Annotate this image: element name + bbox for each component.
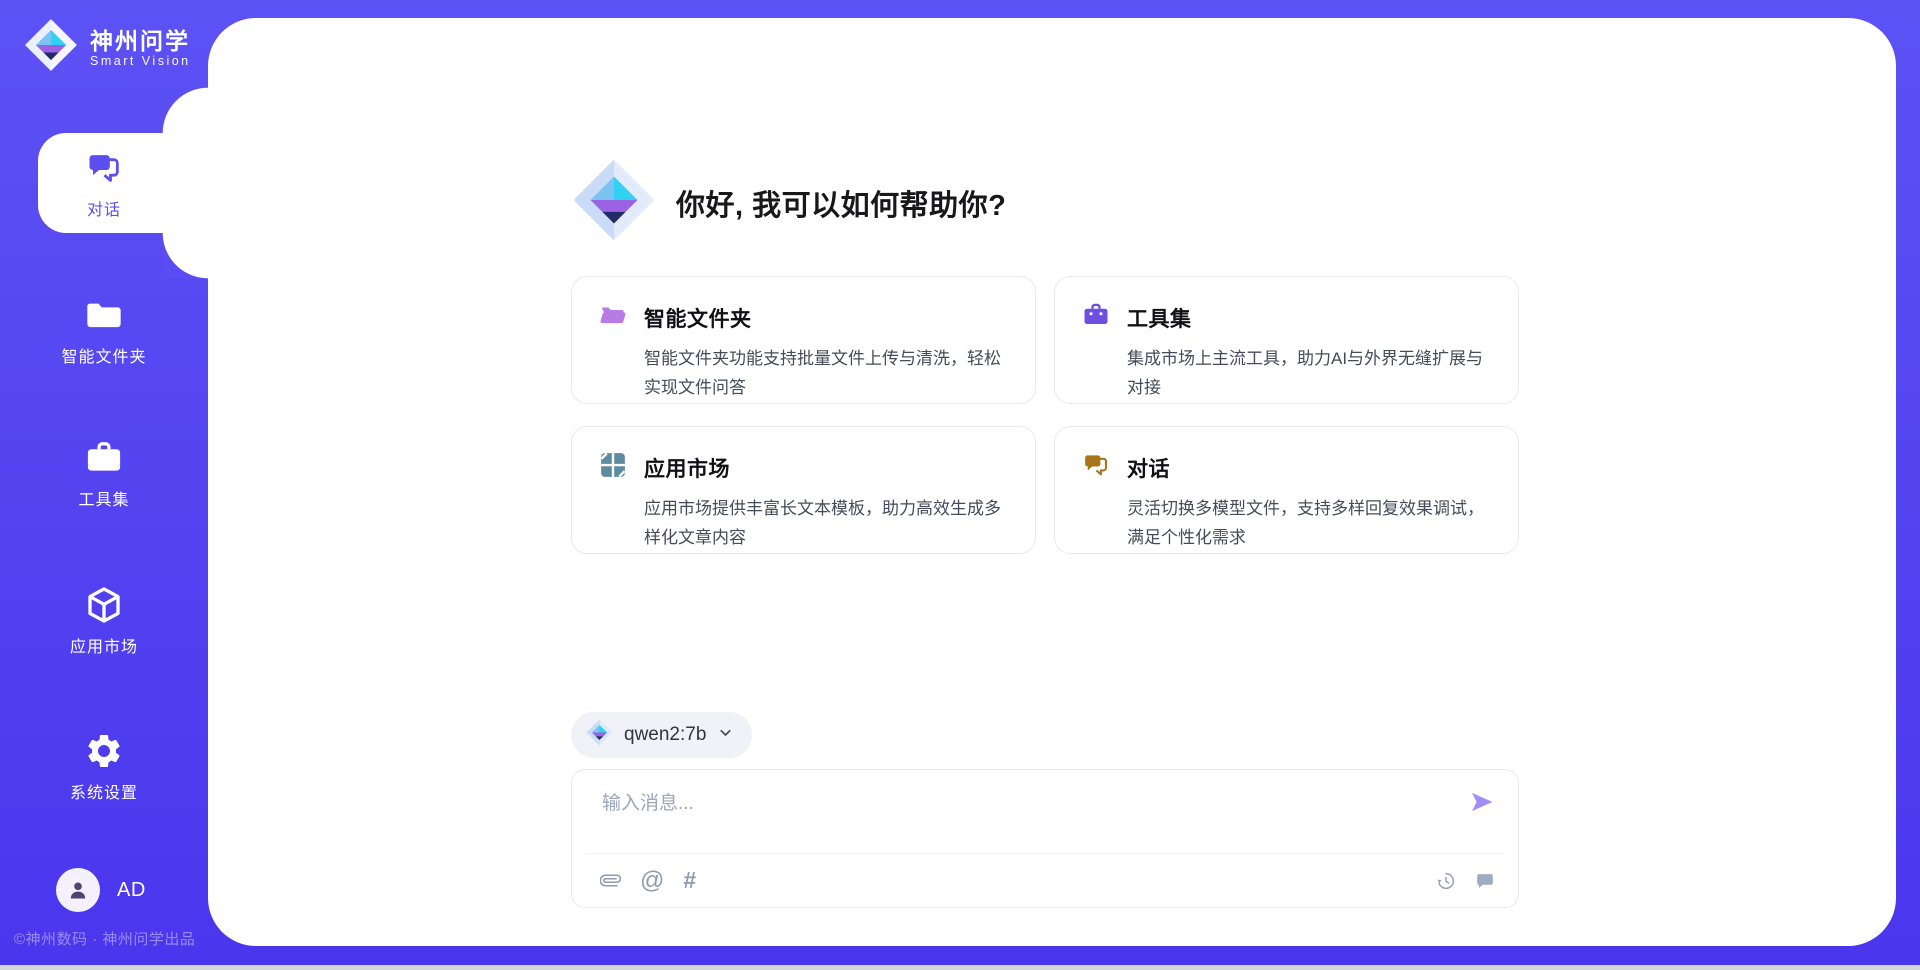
card-description: 灵活切换多模型文件，支持多样回复效果调试，满足个性化需求 — [1127, 494, 1496, 552]
send-button[interactable] — [1466, 787, 1498, 819]
history-icon[interactable] — [1435, 870, 1457, 892]
card-smart-folder[interactable]: 智能文件夹 智能文件夹功能支持批量文件上传与清洗，轻松实现文件问答 — [571, 276, 1036, 404]
message-input[interactable] — [600, 786, 1454, 846]
card-title: 智能文件夹 — [644, 303, 752, 333]
sidebar-item-chat[interactable]: 对话 — [0, 133, 208, 233]
at-icon[interactable]: @ — [640, 869, 664, 893]
main-content: 你好, 我可以如何帮助你? 智能文件夹 智能文件夹功能支持批量文件上传与清洗，轻… — [208, 18, 1896, 946]
folder-open-icon — [598, 300, 628, 335]
brand-diamond-icon — [24, 18, 78, 77]
card-description: 智能文件夹功能支持批量文件上传与清洗，轻松实现文件问答 — [644, 344, 1013, 402]
sidebar-item-smart-folder[interactable]: 智能文件夹 — [0, 280, 208, 380]
sidebar-item-label: 系统设置 — [70, 779, 138, 803]
sidebar-item-label: 工具集 — [78, 486, 129, 510]
card-app-market[interactable]: 应用市场 应用市场提供丰富长文本模板，助力高效生成多样化文章内容 — [571, 426, 1036, 554]
card-title: 应用市场 — [644, 453, 730, 483]
sidebar-item-label: 应用市场 — [70, 633, 138, 657]
card-toolset[interactable]: 工具集 集成市场上主流工具，助力AI与外界无缝扩展与对接 — [1054, 276, 1519, 404]
active-nav-top-fillet — [162, 87, 208, 133]
sidebar-item-toolset[interactable]: 工具集 — [0, 423, 208, 523]
message-composer: @ # — [571, 769, 1519, 908]
active-nav-bottom-fillet — [162, 233, 208, 279]
send-icon — [1468, 788, 1496, 819]
user-initials: AD — [117, 879, 146, 902]
greeting-row: 你好, 我可以如何帮助你? — [572, 158, 1006, 247]
cube-icon — [83, 584, 125, 626]
composer-toolbar-right — [1435, 870, 1496, 892]
brand-logo: 神州问学 Smart Vision — [24, 18, 191, 77]
sidebar-item-app-market[interactable]: 应用市场 — [0, 570, 208, 670]
card-chat[interactable]: 对话 灵活切换多模型文件，支持多样回复效果调试，满足个性化需求 — [1054, 426, 1519, 554]
user-profile[interactable]: AD — [56, 868, 146, 912]
card-description: 集成市场上主流工具，助力AI与外界无缝扩展与对接 — [1127, 344, 1496, 402]
model-name: qwen2:7b — [624, 724, 706, 746]
grid-icon — [598, 450, 628, 485]
sidebar-item-settings[interactable]: 系统设置 — [0, 716, 208, 816]
model-diamond-icon — [586, 719, 613, 751]
brand-subtitle: Smart Vision — [90, 54, 191, 68]
chat-icon — [1081, 450, 1111, 485]
toolbox-icon — [1081, 300, 1111, 335]
chat-bubble-icon[interactable] — [1474, 870, 1496, 892]
avatar — [56, 868, 100, 912]
toolbox-icon — [83, 437, 125, 479]
brand-name: 神州问学 — [90, 28, 191, 54]
card-description: 应用市场提供丰富长文本模板，助力高效生成多样化文章内容 — [644, 494, 1013, 552]
chat-icon — [84, 147, 124, 189]
card-title: 工具集 — [1127, 303, 1192, 333]
model-selector[interactable]: qwen2:7b — [571, 712, 752, 758]
composer-toolbar: @ # — [600, 854, 1496, 907]
assistant-diamond-icon — [572, 158, 656, 247]
gear-icon — [84, 730, 124, 772]
sidebar-item-label: 智能文件夹 — [61, 343, 146, 367]
chevron-down-icon — [717, 724, 734, 746]
folder-icon — [84, 294, 124, 336]
hash-icon[interactable]: # — [683, 869, 695, 892]
sidebar-item-label: 对话 — [87, 196, 121, 220]
greeting-title: 你好, 我可以如何帮助你? — [676, 182, 1006, 224]
copyright-footer: ©神州数码 · 神州问学出品 — [14, 928, 195, 949]
window-bottom-edge — [0, 965, 1920, 970]
paperclip-icon[interactable] — [600, 870, 621, 891]
feature-cards: 智能文件夹 智能文件夹功能支持批量文件上传与清洗，轻松实现文件问答 工具集 集成… — [571, 276, 1519, 554]
card-title: 对话 — [1127, 453, 1170, 483]
